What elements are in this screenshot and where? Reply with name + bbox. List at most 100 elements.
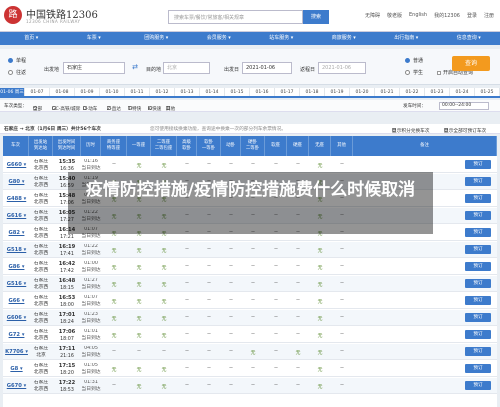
date-tab[interactable]: 01-16 [250, 88, 275, 96]
top-link[interactable]: 登录 [467, 12, 477, 19]
book-button[interactable]: 预订 [465, 228, 491, 237]
train-number-link[interactable]: G66 ▾ [4, 298, 29, 304]
date-tab[interactable]: 01-17 [275, 88, 300, 96]
top-link[interactable]: English [409, 12, 427, 19]
seat-availability: -- [229, 383, 233, 388]
train-number-link[interactable]: G80 ▾ [4, 179, 29, 185]
swap-stations-icon[interactable]: ⇄ [130, 62, 140, 72]
book-button[interactable]: 预订 [465, 245, 491, 254]
trip-type-oneway[interactable]: 单程 [8, 57, 26, 64]
seat-availability: 无 [317, 317, 323, 322]
train-number-link[interactable]: G606 ▾ [4, 315, 29, 321]
date-tab[interactable]: 01-25 [475, 88, 500, 96]
depart-time-select[interactable]: 00:00--24:00 [439, 102, 489, 110]
top-link[interactable]: 敬老版 [387, 12, 402, 19]
train-number-link[interactable]: G518 ▾ [4, 247, 29, 253]
to-input[interactable]: 北京 [163, 62, 210, 74]
book-button[interactable]: 预订 [465, 194, 491, 203]
book-button[interactable]: 预订 [465, 330, 491, 339]
top-link[interactable]: 注册 [484, 12, 494, 19]
passenger-student[interactable]: 学生 [405, 69, 423, 76]
date-tab[interactable]: 01-06 周三 [0, 88, 25, 96]
book-button[interactable]: 预订 [465, 177, 491, 186]
date-tab[interactable]: 01-18 [300, 88, 325, 96]
seat-availability: -- [340, 298, 344, 303]
column-header: 软座 [265, 136, 287, 156]
train-number-link[interactable]: G660 ▾ [4, 162, 29, 168]
date-tab[interactable]: 01-19 [325, 88, 350, 96]
date-tab[interactable]: 01-08 [50, 88, 75, 96]
book-button[interactable]: 预订 [465, 160, 491, 169]
train-number-link[interactable]: K7706 ▾ [4, 349, 29, 355]
return-date-input[interactable]: 2021-01-06 [318, 62, 366, 74]
station-pair: 石家庄 北京西 [29, 380, 53, 393]
depart-label: 出发日 [224, 67, 240, 73]
query-button[interactable]: 查询 [452, 56, 490, 71]
seat-availability: -- [207, 315, 211, 320]
seat-availability: -- [296, 162, 300, 167]
site-search-input[interactable]: 搜索车票/餐饮/常旅客/相关规章 [168, 10, 303, 24]
date-tab[interactable]: 01-11 [125, 88, 150, 96]
date-tab[interactable]: 01-24 [450, 88, 475, 96]
book-button[interactable]: 预订 [465, 279, 491, 288]
nav-item[interactable]: 首页 ▾ [0, 32, 63, 45]
train-number-link[interactable]: G516 ▾ [4, 281, 29, 287]
seat-availability: -- [185, 247, 189, 252]
nav-item[interactable]: 团购服务 ▾ [125, 32, 188, 45]
seat-availability: -- [296, 264, 300, 269]
book-button[interactable]: 预订 [465, 211, 491, 220]
seat-availability: -- [207, 162, 211, 167]
seat-availability: 无 [317, 351, 323, 356]
date-tab[interactable]: 01-12 [150, 88, 175, 96]
train-number-link[interactable]: G488 ▾ [4, 196, 29, 202]
depart-time: 17:15 [58, 363, 76, 369]
duration: 01:05 当日到达 [81, 363, 101, 376]
date-tab[interactable]: 01-09 [75, 88, 100, 96]
top-link[interactable]: 我的12306 [434, 12, 460, 19]
book-button[interactable]: 预订 [465, 347, 491, 356]
date-tab[interactable]: 01-20 [350, 88, 375, 96]
nav-item[interactable]: 信息查询 ▾ [438, 32, 500, 45]
seat-availability: -- [251, 332, 255, 337]
date-tab[interactable]: 01-10 [100, 88, 125, 96]
railway-logo-icon[interactable]: 路 [4, 6, 22, 24]
date-tab[interactable]: 01-13 [175, 88, 200, 96]
from-input[interactable]: 石家庄 [63, 62, 125, 74]
date-tab[interactable]: 01-21 [375, 88, 400, 96]
date-tab[interactable]: 01-14 [200, 88, 225, 96]
book-button[interactable]: 预订 [465, 262, 491, 271]
depart-date-input[interactable]: 2021-01-06 [242, 62, 292, 74]
date-tab[interactable]: 01-23 [425, 88, 450, 96]
nav-item[interactable]: 出行指南 ▾ [375, 32, 438, 45]
site-search-button[interactable]: 搜索 [303, 10, 329, 24]
date-tab[interactable]: 01-22 [400, 88, 425, 96]
book-button[interactable]: 预订 [465, 381, 491, 390]
column-header: 商务座 特等座 [101, 136, 127, 156]
top-link[interactable]: 无障碍 [365, 12, 380, 19]
train-number-link[interactable]: G72 ▾ [4, 332, 29, 338]
nav-item[interactable]: 商旅服务 ▾ [313, 32, 376, 45]
train-number-link[interactable]: G86 ▾ [4, 264, 29, 270]
book-button[interactable]: 预订 [465, 296, 491, 305]
date-tab[interactable]: 01-07 [25, 88, 50, 96]
arrive-time: 18:00 [60, 302, 74, 308]
station-pair: 石家庄 北京西 [29, 176, 53, 189]
book-button[interactable]: 预订 [465, 313, 491, 322]
nav-item[interactable]: 站车服务 ▾ [250, 32, 313, 45]
title-overlay: 疫情防控措施/疫情防控措施费什么时候取消 [68, 172, 433, 234]
train-number-link[interactable]: G8 ▾ [4, 366, 29, 372]
date-tab[interactable]: 01-15 [225, 88, 250, 96]
arrive-time: 18:24 [60, 319, 74, 325]
passenger-normal[interactable]: 普通 [405, 57, 423, 64]
train-number-link[interactable]: G616 ▾ [4, 213, 29, 219]
station-pair: 石家庄 北京西 [29, 244, 53, 257]
train-number-link[interactable]: G670 ▾ [4, 383, 29, 389]
nav-item[interactable]: 会员服务 ▾ [188, 32, 251, 45]
filter-label: D-动车 [83, 107, 98, 112]
trip-type-round[interactable]: 往返 [8, 69, 26, 76]
book-button[interactable]: 预订 [465, 364, 491, 373]
seat-availability: 无 [136, 334, 142, 339]
nav-item[interactable]: 车票 ▾ [63, 32, 126, 45]
train-number-link[interactable]: G82 ▾ [4, 230, 29, 236]
depart-time: 16:42 [58, 261, 76, 267]
